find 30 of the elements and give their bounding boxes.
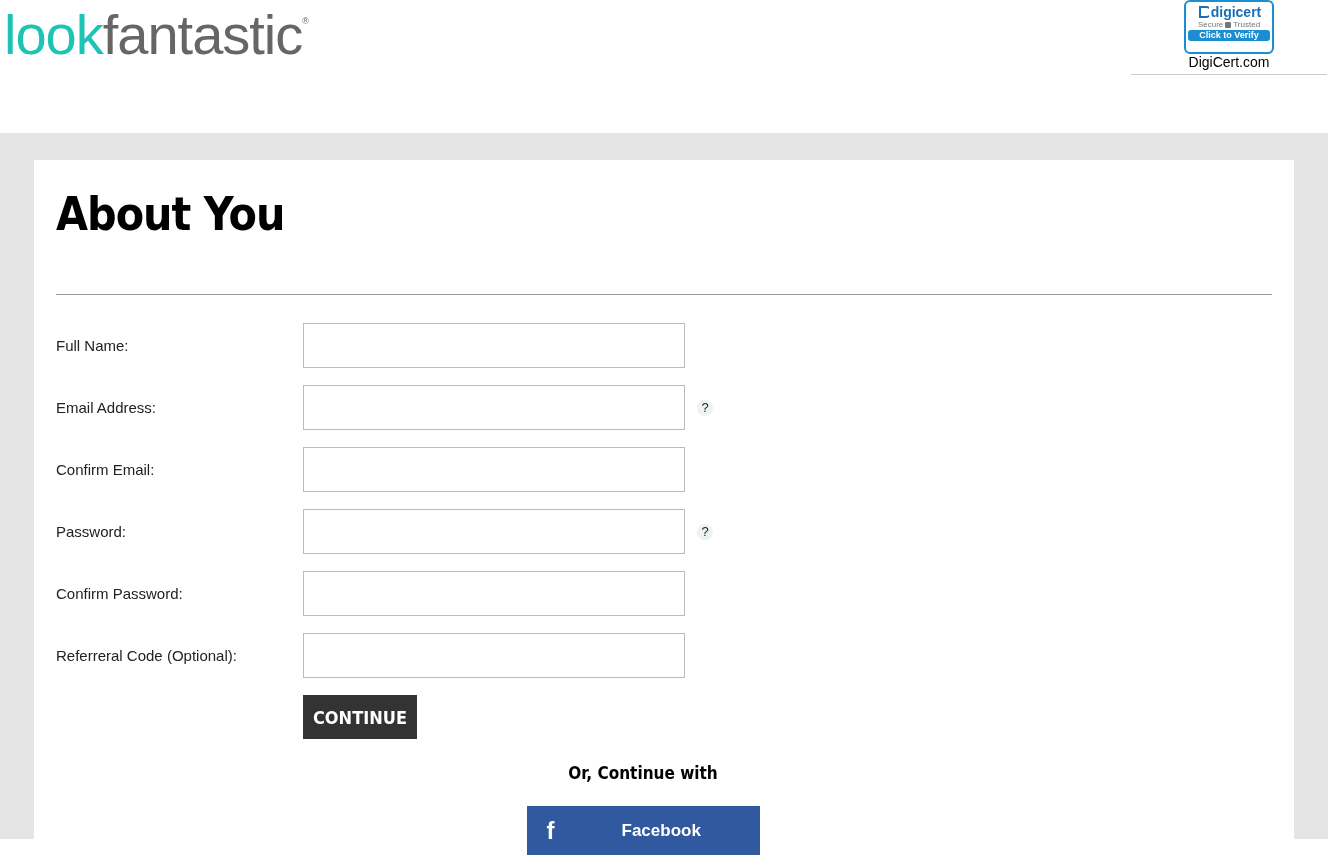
field-label: Password:	[56, 523, 128, 540]
field-label: Confirm Password:	[56, 585, 184, 602]
field-label: Email Address:	[56, 399, 158, 416]
seal-logo-icon	[1196, 6, 1209, 18]
field-label: Full Name:	[56, 337, 130, 354]
input-field[interactable]	[303, 447, 685, 492]
trust-seal[interactable]: digicert Secure Trusted Click to Verify	[1184, 0, 1274, 54]
continue-button[interactable]: CONTINUE	[303, 695, 417, 739]
input-field[interactable]	[303, 385, 685, 430]
help-icon[interactable]: ?	[697, 523, 713, 540]
alt-text: Or, Continue with	[567, 763, 719, 783]
field-label: Confirm Email:	[56, 461, 156, 478]
facebook-button[interactable]: f Facebook	[526, 806, 760, 855]
seal-brand: digicert	[1210, 4, 1262, 20]
page-title: About You	[56, 186, 286, 242]
facebook-icon: f	[540, 816, 561, 845]
input-field[interactable]	[303, 323, 685, 368]
seal-text: Secure	[1197, 20, 1224, 29]
verify-link[interactable]: Click to Verify	[1188, 30, 1270, 41]
logo-text: look	[4, 4, 103, 66]
registered-mark: ®	[302, 16, 309, 26]
input-field[interactable]	[303, 571, 685, 616]
seal-text: Trusted	[1233, 20, 1261, 29]
seal-link[interactable]: DigiCert.com	[1188, 54, 1270, 70]
logo-text: fantastic	[102, 4, 303, 66]
input-field[interactable]	[303, 633, 685, 678]
help-icon[interactable]: ?	[697, 399, 713, 416]
lock-icon	[1225, 21, 1232, 28]
field-label: Referreral Code (Optional):	[56, 647, 238, 664]
input-field[interactable]	[303, 509, 685, 554]
